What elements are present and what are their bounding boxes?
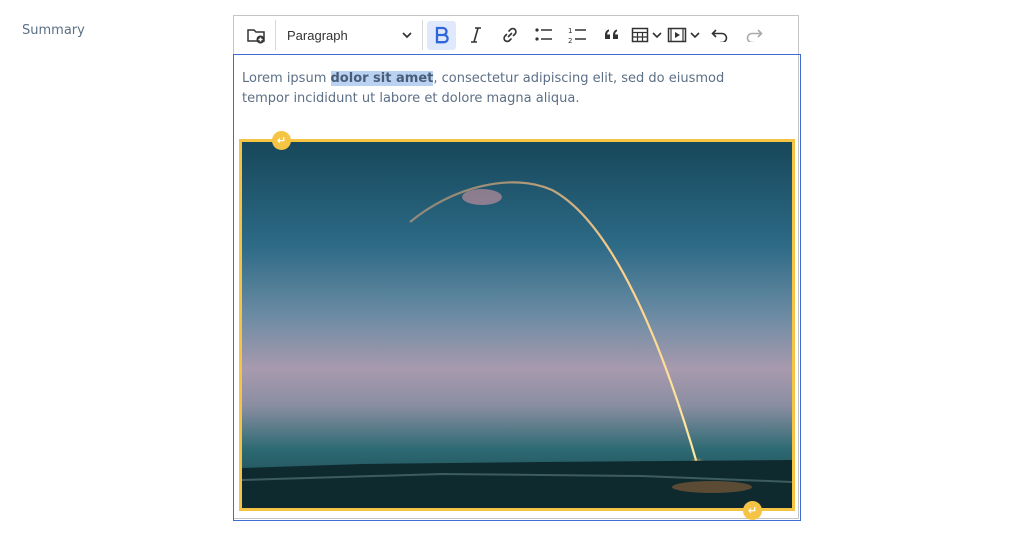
insert-table-button[interactable]	[631, 21, 662, 50]
editor-content[interactable]: Lorem ipsum dolor sit amet, consectetur …	[233, 54, 801, 521]
rocket-launch-image	[242, 181, 792, 508]
chevron-down-icon	[652, 31, 662, 38]
numbered-list-button[interactable]: 12	[563, 21, 592, 50]
undo-icon	[710, 29, 727, 42]
editor-paragraph[interactable]: Lorem ipsum dolor sit amet, consectetur …	[242, 69, 772, 109]
bold-selected-text: dolor sit amet	[330, 71, 434, 86]
selected-image-widget[interactable]	[239, 139, 795, 511]
svg-text:2: 2	[568, 37, 572, 44]
bold-icon	[435, 26, 449, 44]
link-button[interactable]	[495, 21, 524, 50]
redo-icon	[746, 29, 763, 42]
media-icon	[667, 27, 687, 43]
table-icon	[631, 27, 649, 43]
insert-paragraph-before-handle[interactable]: ↵	[272, 131, 291, 150]
italic-button[interactable]	[461, 21, 490, 50]
bulleted-list-button[interactable]	[529, 21, 558, 50]
chevron-down-icon	[402, 31, 412, 38]
bold-button[interactable]	[427, 20, 456, 50]
quote-icon	[604, 29, 618, 39]
block-quote-button[interactable]	[597, 21, 626, 50]
toolbar-separator	[422, 20, 423, 50]
svg-text:1: 1	[568, 27, 572, 35]
insert-media-button[interactable]	[667, 21, 700, 50]
numbered-list-icon: 12	[568, 27, 586, 44]
chevron-down-icon	[690, 31, 700, 38]
field-label-summary: Summary	[22, 23, 85, 38]
folder-add-icon	[246, 29, 265, 44]
undo-button[interactable]	[705, 21, 734, 50]
insert-media-folder-button[interactable]	[241, 21, 270, 50]
rich-text-editor: Paragraph 12 Lorem ipsum dolor sit amet,…	[233, 15, 801, 521]
link-icon	[502, 27, 517, 43]
italic-icon	[470, 27, 481, 43]
insert-paragraph-after-handle[interactable]: ↵	[743, 501, 762, 520]
heading-dropdown[interactable]: Paragraph	[280, 21, 420, 50]
toolbar-separator	[275, 20, 276, 50]
paragraph-text: Lorem ipsum	[242, 71, 331, 86]
heading-dropdown-value: Paragraph	[287, 27, 348, 43]
editor-toolbar: Paragraph 12	[234, 16, 798, 55]
redo-button[interactable]	[739, 21, 768, 50]
bulleted-list-icon	[534, 28, 552, 41]
